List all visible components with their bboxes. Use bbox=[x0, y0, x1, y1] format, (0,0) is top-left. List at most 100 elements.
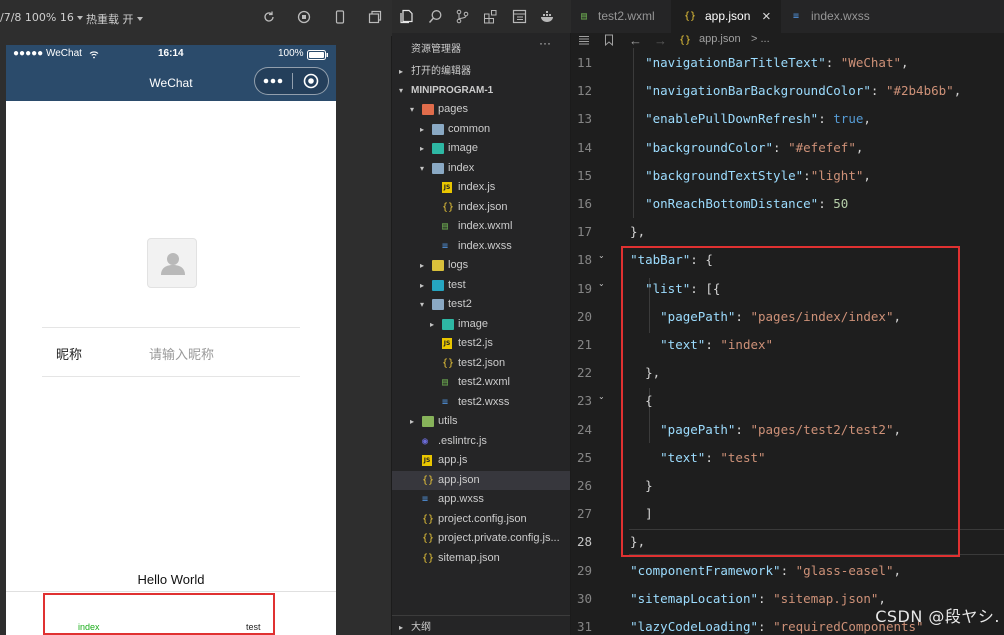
folder-icon bbox=[432, 279, 444, 291]
close-mini-program-icon[interactable] bbox=[303, 73, 319, 89]
wxml-file-icon: ▤ bbox=[581, 11, 588, 22]
code-line[interactable]: "componentFramework": "glass-easel", bbox=[615, 563, 901, 578]
code-line[interactable]: "onReachBottomDistance": 50 bbox=[615, 196, 848, 211]
tree-item[interactable]: ▤ index.wxml bbox=[392, 217, 570, 236]
chevron-right-icon[interactable]: ▸ bbox=[420, 276, 428, 295]
code-line[interactable]: "backgroundTextStyle":"light", bbox=[615, 168, 871, 183]
tree-item[interactable]: ▾ test2 bbox=[392, 295, 570, 314]
tab-app-json[interactable]: {} app.json × bbox=[671, 0, 781, 33]
back-arrow-icon[interactable]: ← bbox=[629, 33, 642, 48]
tree-item[interactable]: ◉ .eslintrc.js bbox=[392, 432, 570, 451]
tab-test2-wxml[interactable]: ▤ test2.wxml bbox=[571, 0, 671, 33]
tree-item[interactable]: {} project.private.config.js... bbox=[392, 529, 570, 548]
tree-item-label: sitemap.json bbox=[438, 551, 500, 564]
phone-icon[interactable] bbox=[333, 10, 347, 24]
line-number: 17 bbox=[576, 224, 592, 240]
breadcrumb-file[interactable]: app.json bbox=[699, 33, 741, 45]
section-open-editors[interactable]: ▸ 打开的编辑器 bbox=[392, 62, 570, 81]
tree-item[interactable]: JS index.js bbox=[392, 178, 570, 197]
code-editor[interactable]: 11 "navigationBarTitleText": "WeChat", 12… bbox=[571, 48, 1004, 635]
code-line[interactable]: }, bbox=[615, 224, 645, 239]
chevron-right-icon[interactable]: ▸ bbox=[420, 139, 428, 158]
chevron-right-icon[interactable]: ▸ bbox=[410, 412, 418, 431]
watermark: CSDN @段ヤシ. bbox=[875, 607, 1000, 626]
tree-item[interactable]: ▸ image bbox=[392, 139, 570, 158]
folder-icon bbox=[422, 416, 434, 427]
tree-item-label: image bbox=[458, 317, 488, 330]
line-number: 23 bbox=[576, 393, 592, 409]
chevron-right-icon[interactable]: ▸ bbox=[420, 256, 428, 275]
battery-icon bbox=[307, 50, 328, 60]
tree-item[interactable]: ≡ index.wxss bbox=[392, 237, 570, 256]
tree-item[interactable]: ▸ common bbox=[392, 120, 570, 139]
nickname-input[interactable]: 请输入昵称 bbox=[149, 344, 214, 363]
tree-item[interactable]: ≡ test2.wxss bbox=[392, 393, 570, 412]
tree-item[interactable]: {} app.json bbox=[392, 470, 570, 490]
avatar[interactable] bbox=[147, 238, 197, 288]
more-actions-icon[interactable]: ··· bbox=[539, 36, 551, 50]
extensions-icon[interactable] bbox=[483, 9, 498, 24]
more-dots-icon[interactable] bbox=[263, 78, 283, 84]
line-number: 19 bbox=[576, 280, 592, 296]
tree-item[interactable]: JS app.js bbox=[392, 451, 570, 470]
tree-item[interactable]: ▾ pages bbox=[392, 100, 570, 119]
close-tab-icon[interactable]: × bbox=[762, 0, 771, 33]
section-project[interactable]: ▾ MINIPROGRAM-1 bbox=[392, 81, 570, 100]
chevron-right-icon[interactable]: ▸ bbox=[420, 120, 428, 139]
wxss-file-icon: ≡ bbox=[442, 240, 449, 252]
tree-item-label: image bbox=[448, 142, 478, 154]
tree-item[interactable]: ≡ app.wxss bbox=[392, 490, 570, 509]
chevron-right-icon[interactable]: ▸ bbox=[430, 315, 438, 334]
code-line[interactable]: "backgroundColor": "#efefef", bbox=[615, 140, 863, 155]
window-icon[interactable] bbox=[368, 10, 382, 24]
tree-item-label: test2 bbox=[448, 298, 472, 310]
forward-arrow-icon[interactable]: → bbox=[654, 33, 667, 48]
search-icon[interactable] bbox=[428, 9, 443, 24]
hello-text: Hello World bbox=[137, 572, 205, 587]
tree-item[interactable]: {} test2.json bbox=[392, 354, 570, 373]
wxss-file-icon: ≡ bbox=[793, 11, 800, 22]
bookmark-icon[interactable] bbox=[604, 34, 614, 46]
fold-chevron-icon[interactable]: ⌄ bbox=[598, 279, 608, 288]
line-number: 22 bbox=[576, 365, 592, 381]
refresh-icon[interactable] bbox=[262, 10, 276, 24]
tree-item[interactable]: ▸ image bbox=[392, 315, 570, 334]
folder-icon bbox=[432, 123, 444, 135]
code-line[interactable]: "navigationBarBackgroundColor": "#2b4b6b… bbox=[615, 83, 961, 98]
layout-icon[interactable] bbox=[512, 9, 527, 24]
tree-item[interactable]: JS test2.js bbox=[392, 334, 570, 353]
section-outline[interactable]: ▸ 大纲 bbox=[392, 618, 570, 635]
tree-item[interactable]: ▸ logs bbox=[392, 256, 570, 275]
docker-icon[interactable] bbox=[540, 9, 555, 24]
source-control-icon[interactable] bbox=[455, 9, 470, 24]
chevron-down-icon[interactable]: ▾ bbox=[420, 159, 428, 178]
tree-item[interactable]: {} index.json bbox=[392, 198, 570, 217]
fold-chevron-icon[interactable]: ⌄ bbox=[598, 251, 608, 260]
tree-item[interactable]: {} project.config.json bbox=[392, 510, 570, 529]
code-line[interactable]: "navigationBarTitleText": "WeChat", bbox=[615, 55, 908, 70]
tree-item[interactable]: ▤ test2.wxml bbox=[392, 373, 570, 392]
tree-item[interactable]: {} sitemap.json bbox=[392, 549, 570, 568]
line-number: 20 bbox=[576, 308, 592, 324]
capsule-menu bbox=[254, 67, 329, 95]
tree-item-label: test2.wxml bbox=[458, 376, 510, 388]
breadcrumb-rest[interactable]: > ... bbox=[751, 33, 770, 45]
tree-item-label: index.json bbox=[458, 200, 508, 213]
tree-item[interactable]: ▾ index bbox=[392, 159, 570, 178]
list-icon[interactable] bbox=[578, 35, 590, 46]
chevron-down-icon[interactable]: ▾ bbox=[420, 295, 428, 314]
chevron-down-icon[interactable]: ▾ bbox=[410, 100, 418, 119]
files-icon[interactable] bbox=[399, 9, 414, 24]
code-line[interactable]: "enablePullDownRefresh": true, bbox=[615, 111, 871, 126]
tree-item[interactable]: ▸ test bbox=[392, 276, 570, 295]
code-line[interactable]: "sitemapLocation": "sitemap.json", bbox=[615, 591, 886, 606]
tab-index-wxss[interactable]: ≡ index.wxss bbox=[781, 0, 886, 33]
fold-chevron-icon[interactable]: ⌄ bbox=[598, 392, 608, 401]
stop-icon[interactable] bbox=[297, 10, 311, 24]
line-number: 12 bbox=[576, 83, 592, 99]
hot-reload-toggle[interactable]: 热重载 开 bbox=[86, 11, 143, 27]
json-file-icon: {} bbox=[422, 533, 435, 544]
device-select[interactable]: /7/8 100% 16 bbox=[0, 11, 83, 24]
tree-item-label: app.js bbox=[438, 454, 468, 466]
tree-item[interactable]: ▸ utils bbox=[392, 412, 570, 431]
